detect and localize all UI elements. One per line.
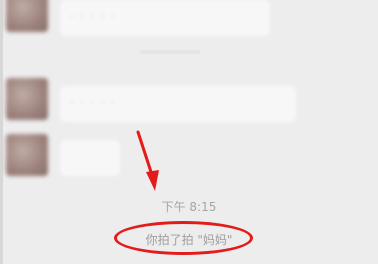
- annotation-circle-icon: [114, 221, 253, 255]
- chat-timestamp: 下午 8:15: [161, 200, 217, 214]
